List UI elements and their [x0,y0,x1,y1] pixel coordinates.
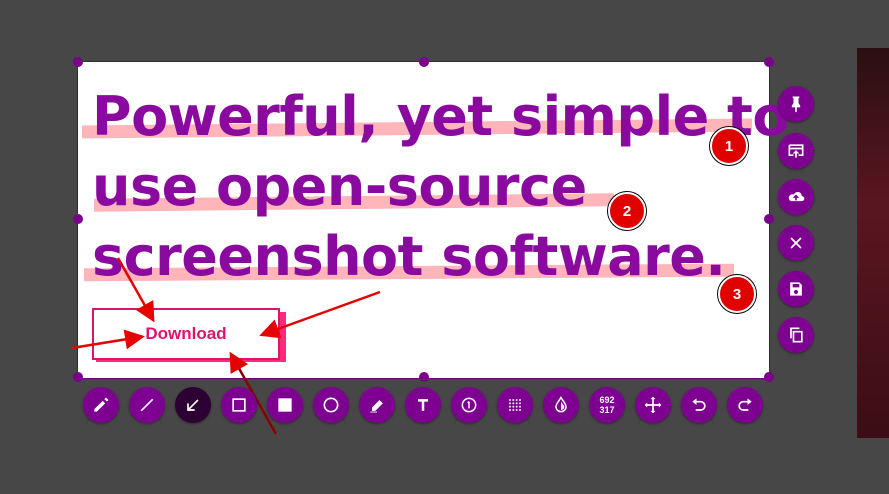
counter-tool-button[interactable] [451,387,487,423]
rectangle-filled-icon [278,398,292,412]
arrow-annotation [71,329,145,350]
upload-icon [788,191,805,202]
pencil-tool-button[interactable] [83,387,119,423]
arrow-annotation [116,257,155,323]
color-picker-icon [555,396,567,413]
arrow-tool-button[interactable] [175,387,211,423]
selection-size-button[interactable]: 692 317 [589,387,625,423]
save-icon [790,282,802,296]
line-icon [140,398,154,412]
circle-icon [323,397,339,413]
selection-size-indicator: 692 317 [599,395,614,415]
close-icon [790,237,802,249]
open-app-button[interactable] [778,133,814,169]
upload-button[interactable] [778,179,814,215]
arrow-icon [187,399,199,411]
rectangle-outline-tool-button[interactable] [221,387,257,423]
close-button[interactable] [778,225,814,261]
undo-icon [692,398,706,411]
pixelate-tool-button[interactable] [497,387,533,423]
circle-tool-button[interactable] [313,387,349,423]
selection-height: 317 [599,405,615,415]
marker-tool-button[interactable] [359,387,395,423]
line-tool-button[interactable] [129,387,165,423]
open-app-icon [788,144,804,158]
pin-button[interactable] [778,86,814,122]
rectangle-outline-icon [232,398,246,412]
pixelate-icon [509,399,521,411]
move-icon [644,396,662,414]
counter-icon [461,397,477,413]
arrow-annotation [259,290,381,339]
undo-button[interactable] [681,387,717,423]
selection-width: 692 [599,395,615,405]
copy-icon [790,327,803,343]
copy-button[interactable] [778,317,814,353]
annotation-arrows [71,257,381,435]
rectangle-filled-tool-button[interactable] [267,387,303,423]
text-icon [418,399,428,411]
redo-icon [738,398,752,411]
pencil-icon [94,397,109,412]
move-tool-button[interactable] [635,387,671,423]
save-button[interactable] [778,271,814,307]
color-picker-button[interactable] [543,387,579,423]
redo-button[interactable] [727,387,763,423]
marker-icon [370,400,383,413]
text-tool-button[interactable] [405,387,441,423]
pin-icon [791,96,801,113]
